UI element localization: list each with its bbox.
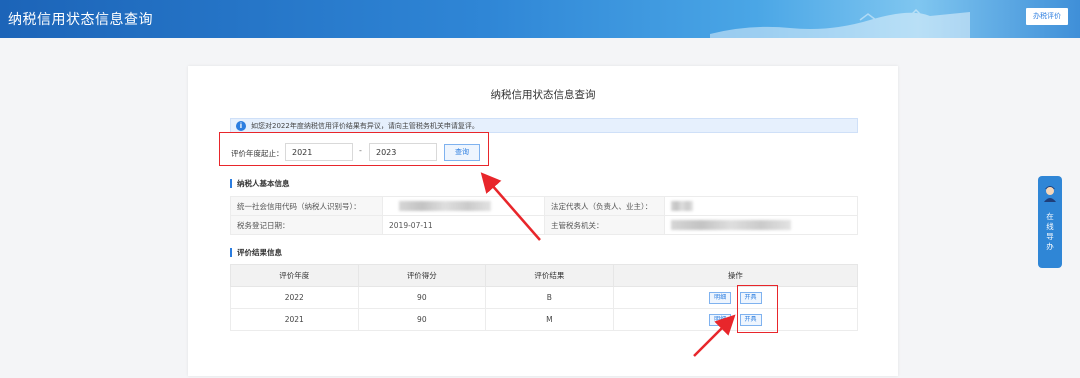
detail-button[interactable]: 明细 <box>709 291 732 304</box>
online-guide-label: 在线导办 <box>1038 212 1062 252</box>
column-header: 评价年度 <box>230 264 359 287</box>
page-title: 纳税信用状态信息查询 <box>490 89 596 101</box>
detail-button[interactable]: 明细 <box>709 313 732 326</box>
credit-code-label: 统一社会信用代码（纳税人识别号）： <box>230 196 383 216</box>
results-section-title: 评价结果信息 <box>230 248 282 257</box>
action-cell: 明细 开具 <box>612 308 859 331</box>
action-cell: 明细 开具 <box>612 286 859 309</box>
tax-evaluation-button[interactable]: 办税评价 <box>1026 8 1068 25</box>
top-header: 纳税信用状态信息查询 办税评价 <box>0 0 1080 38</box>
grade-cell: B <box>485 286 614 309</box>
tax-office-value <box>664 215 858 235</box>
table-row: 税务登记日期： 2019-07-11 主管税务机关： <box>230 215 858 235</box>
score-cell: 90 <box>357 286 487 309</box>
column-header: 评价得分 <box>357 264 487 287</box>
main-card: 纳税信用状态信息查询 i 如您对2022年度纳税信用评价结果有异议，请向主管税务… <box>188 66 898 376</box>
credit-code-value <box>382 196 545 216</box>
column-header: 操作 <box>612 264 859 287</box>
tax-office-label: 主管税务机关： <box>544 215 665 235</box>
year-cell: 2022 <box>230 286 359 309</box>
online-guide-text: 在线导办 <box>1046 212 1054 251</box>
grade-cell: M <box>485 308 614 331</box>
table-row: 统一社会信用代码（纳税人识别号）： 法定代表人（负责人、业主）： <box>230 196 858 216</box>
reg-date-label: 税务登记日期： <box>230 215 383 235</box>
score-cell: 90 <box>357 308 487 331</box>
basic-info-table: 统一社会信用代码（纳税人识别号）： 法定代表人（负责人、业主）： 税务登记日期：… <box>230 196 858 235</box>
legal-rep-value <box>664 196 858 216</box>
basic-info-section-title: 纳税人基本信息 <box>230 179 290 188</box>
notice-bar: i 如您对2022年度纳税信用评价结果有异议，请向主管税务机关申请复评。 <box>230 118 858 133</box>
legal-rep-label: 法定代表人（负责人、业主）： <box>544 196 665 216</box>
filter-highlight-box <box>219 132 489 166</box>
column-header: 评价结果 <box>485 264 614 287</box>
notice-text: 如您对2022年度纳税信用评价结果有异议，请向主管税务机关申请复评。 <box>251 122 479 130</box>
year-cell: 2021 <box>230 308 359 331</box>
table-header-row: 评价年度 评价得分 评价结果 操作 <box>230 264 859 287</box>
detail-highlight-box <box>737 285 778 333</box>
great-wall-decoration <box>710 8 970 38</box>
service-avatar-icon <box>1044 186 1056 202</box>
info-icon: i <box>236 121 246 131</box>
reg-date-value: 2019-07-11 <box>382 215 545 235</box>
online-guide-widget[interactable]: 在线导办 <box>1038 176 1062 268</box>
app-title: 纳税信用状态信息查询 <box>8 12 153 28</box>
